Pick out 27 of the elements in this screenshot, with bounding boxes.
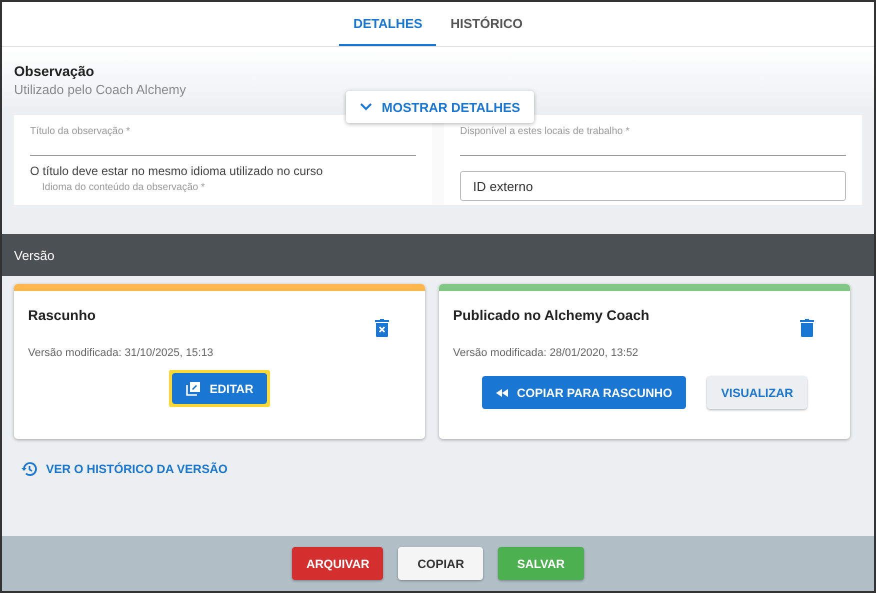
show-details-button[interactable]: MOSTRAR DETALHES <box>346 91 534 123</box>
edit-button[interactable]: EDITAR <box>172 373 268 404</box>
copy-button[interactable]: COPIAR <box>398 547 484 580</box>
input-field[interactable]: Disponível a estes locais de trabalho * <box>460 121 846 156</box>
input-field[interactable]: Título da observação * <box>30 121 416 156</box>
tab[interactable]: HISTÓRICO <box>436 2 537 46</box>
archive-button[interactable]: ARQUIVAR <box>292 547 384 580</box>
field-label: Idioma do conteúdo da observação * <box>42 182 206 193</box>
section-title: Observação <box>14 63 96 79</box>
card-title: Publicado no Alchemy Coach <box>453 307 650 323</box>
section-subtitle: Utilizado pelo Coach Alchemy <box>14 82 187 97</box>
section-header: Versão <box>2 234 874 276</box>
save-button[interactable]: SALVAR <box>498 547 584 580</box>
chevron-down-icon <box>360 103 372 111</box>
history-icon <box>21 461 37 477</box>
delete-icon[interactable] <box>800 319 814 337</box>
edit-icon <box>186 381 201 396</box>
delete-icon[interactable] <box>375 319 389 337</box>
modified-date: Versão modificada: 31/10/2025, 15:13 <box>28 347 214 359</box>
input-field[interactable]: ID externo <box>460 171 846 201</box>
modified-date: Versão modificada: 28/01/2020, 13:52 <box>453 347 640 359</box>
version-history-link[interactable]: VER O HISTÓRICO DA VERSÃO <box>21 461 228 477</box>
copy-button[interactable]: COPIAR PARA RASCUNHO <box>482 376 686 409</box>
rewind-icon <box>496 388 508 396</box>
card-title: Rascunho <box>28 307 96 323</box>
view-button[interactable]: VISUALIZAR <box>707 376 808 409</box>
helper-text: O título deve estar no mesmo idioma utilizado no curso <box>30 164 324 178</box>
